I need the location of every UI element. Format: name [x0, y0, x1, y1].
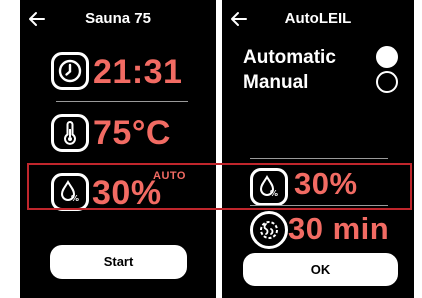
ok-button[interactable]: OK: [243, 253, 398, 286]
manual-radio[interactable]: [376, 71, 398, 93]
divider: [250, 158, 388, 159]
sauna-screen: Sauna 75 21:31 75°C % 30% AUTO Start: [20, 0, 216, 298]
start-button[interactable]: Start: [50, 245, 187, 279]
screen-title: Sauna 75: [85, 10, 151, 27]
divider: [56, 101, 188, 102]
steam-timer-icon: [250, 211, 288, 249]
time-value[interactable]: 21:31: [93, 55, 182, 89]
thermometer-icon: [51, 114, 89, 152]
automatic-radio[interactable]: [376, 46, 398, 68]
screen-title: AutoLEIL: [284, 10, 352, 27]
option-automatic-label[interactable]: Automatic: [243, 47, 336, 69]
temperature-value[interactable]: 75°C: [93, 116, 171, 150]
option-manual-label[interactable]: Manual: [243, 72, 308, 94]
autoleil-screen: AutoLEIL Automatic Manual % 30% 30 min O…: [222, 0, 414, 298]
clock-icon: [51, 52, 89, 90]
duration-value[interactable]: 30 min: [288, 213, 389, 244]
humidity-highlight-frame: [27, 163, 412, 210]
